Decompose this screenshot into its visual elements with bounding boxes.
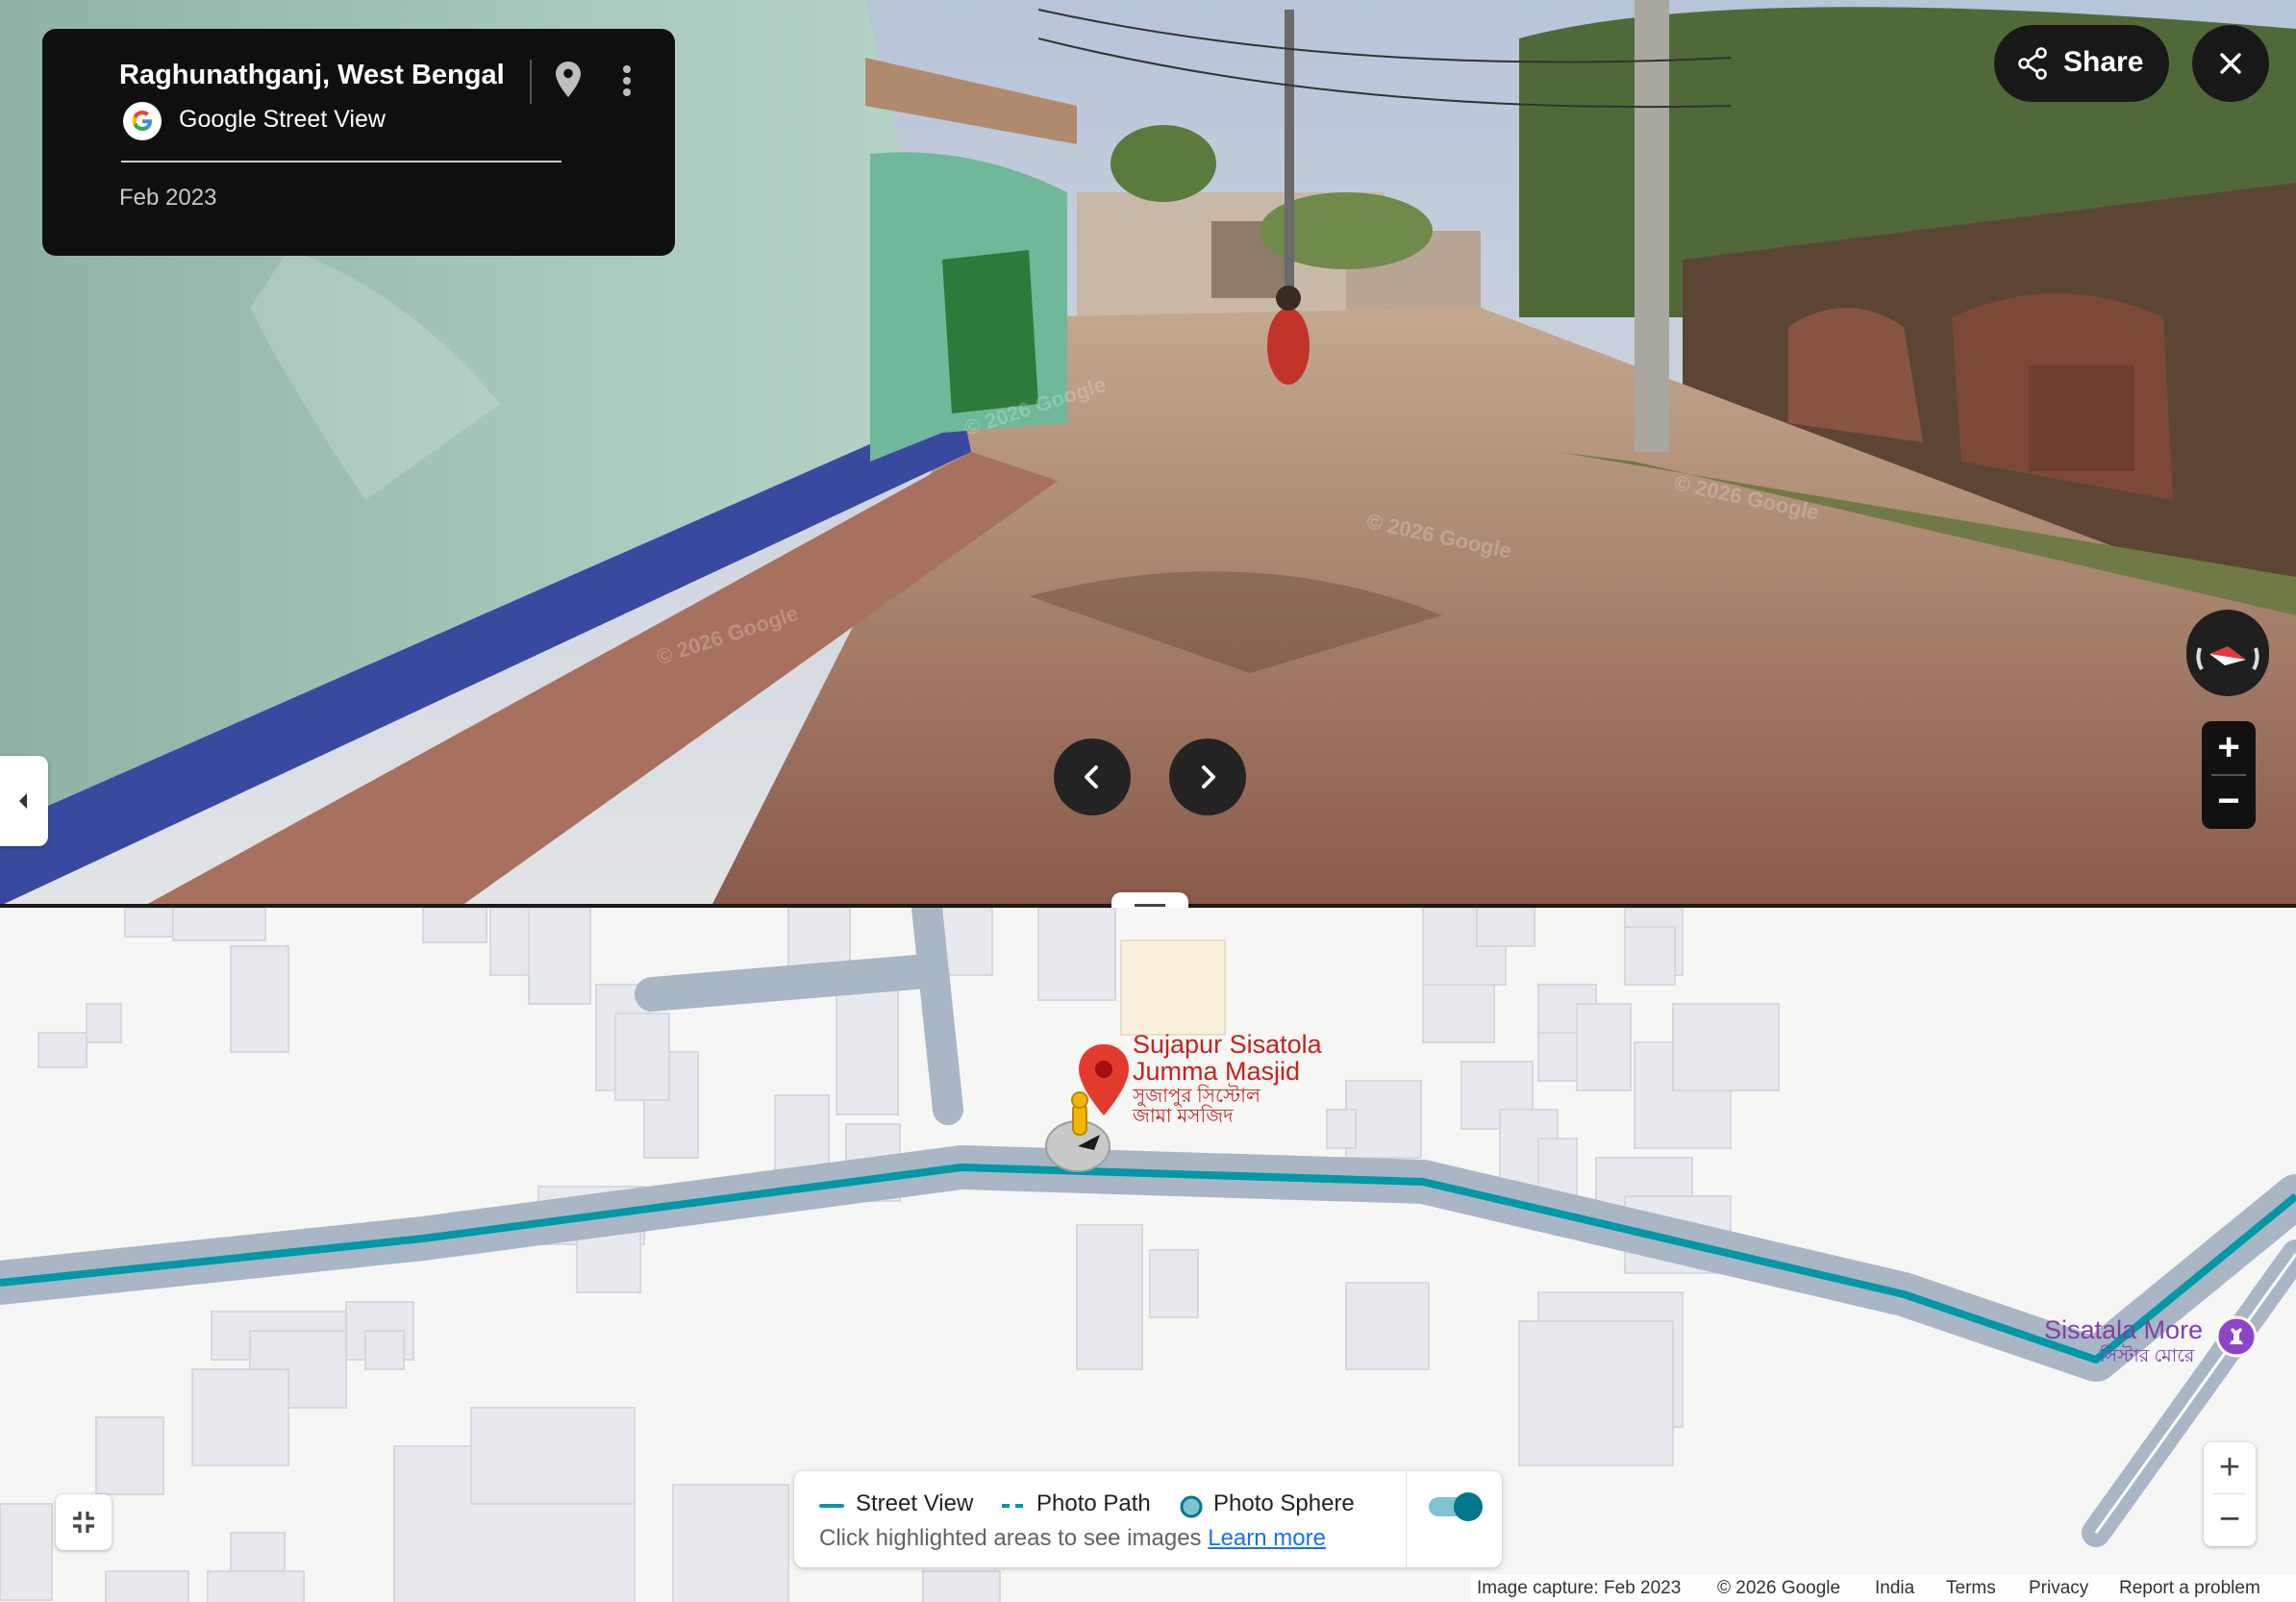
image-capture-date: Image capture: Feb 2023 bbox=[1477, 1578, 1682, 1598]
legend-photo-sphere: Photo Sphere bbox=[1213, 1490, 1355, 1516]
capture-date: Feb 2023 bbox=[119, 185, 217, 211]
photo-path-line-icon bbox=[1002, 1504, 1023, 1508]
location-info-card: Raghunathganj, West Bengal Google Street… bbox=[42, 29, 675, 256]
poi-name-line1[interactable]: Sujapur Sisatola bbox=[1133, 1031, 1322, 1058]
photo-sphere-icon bbox=[1180, 1495, 1203, 1518]
close-icon bbox=[2220, 53, 2241, 74]
share-icon bbox=[2018, 47, 2047, 80]
source-label: Google Street View bbox=[179, 106, 386, 133]
close-button[interactable] bbox=[2192, 25, 2269, 102]
exit-fullscreen-icon bbox=[73, 1512, 94, 1533]
previous-image-button[interactable] bbox=[1054, 738, 1131, 815]
learn-more-link[interactable]: Learn more bbox=[1208, 1525, 1326, 1551]
pegman-icon[interactable] bbox=[1044, 1089, 1111, 1175]
handle-line bbox=[1135, 904, 1165, 907]
location-title: Raghunathganj, West Bengal bbox=[119, 60, 505, 90]
more-vertical-icon bbox=[623, 65, 631, 96]
divider bbox=[530, 60, 532, 104]
legend-photo-path: Photo Path bbox=[1036, 1490, 1151, 1516]
poi-name-line2[interactable]: Jumma Masjid bbox=[1133, 1058, 1300, 1085]
map-zoom-out-button[interactable]: − bbox=[2204, 1494, 2256, 1546]
street-view-legend: Street View Photo Path Photo Sphere Clic… bbox=[794, 1471, 1502, 1567]
compass-icon bbox=[2196, 646, 2259, 671]
country-link[interactable]: India bbox=[1875, 1578, 1914, 1599]
google-logo-icon bbox=[123, 102, 162, 140]
legend-hint-text: Click highlighted areas to see images bbox=[819, 1525, 1202, 1551]
pano-zoom-out-button[interactable]: − bbox=[2202, 775, 2256, 829]
more-options-button[interactable] bbox=[603, 54, 651, 108]
toggle-knob bbox=[1454, 1492, 1483, 1521]
copyright-text: © 2026 Google bbox=[1717, 1578, 1841, 1598]
share-label: Share bbox=[2063, 46, 2144, 78]
place-local-name: সিস্টার মোরে bbox=[2100, 1346, 2195, 1366]
location-pin-icon bbox=[556, 62, 581, 97]
chevron-right-icon bbox=[1202, 765, 1215, 788]
street-view-layer-toggle[interactable] bbox=[1429, 1490, 1483, 1521]
chevron-left-icon bbox=[1085, 765, 1098, 788]
terms-link[interactable]: Terms bbox=[1946, 1578, 1996, 1599]
landmark-icon[interactable] bbox=[2215, 1315, 2258, 1358]
map-zoom-in-button[interactable]: + bbox=[2204, 1442, 2256, 1494]
street-view-line-icon bbox=[819, 1504, 844, 1508]
exit-fullscreen-button[interactable] bbox=[56, 1494, 112, 1550]
street-view-panorama[interactable]: © 2026 Google © 2026 Google © 2026 Googl… bbox=[0, 0, 2296, 906]
location-pin-button[interactable] bbox=[544, 54, 592, 108]
map-zoom-control: + − bbox=[2204, 1442, 2256, 1546]
poi-local-name-line2: জামা মসজিদ bbox=[1133, 1106, 1234, 1127]
poi-local-name-line1: সুজাপুর সিস্টোল bbox=[1133, 1086, 1260, 1107]
map-footer: Image capture: Feb 2023 © 2026 Google In… bbox=[1471, 1574, 2296, 1602]
next-image-button[interactable] bbox=[1169, 738, 1246, 815]
legend-hint: Click highlighted areas to see images Le… bbox=[819, 1525, 1326, 1552]
pano-zoom-in-button[interactable]: + bbox=[2202, 721, 2256, 775]
pano-zoom-control: + − bbox=[2202, 721, 2256, 829]
compass-button[interactable] bbox=[2186, 610, 2269, 696]
privacy-link[interactable]: Privacy bbox=[2029, 1578, 2088, 1599]
caret-left-icon bbox=[19, 793, 27, 809]
report-problem-link[interactable]: Report a problem bbox=[2119, 1578, 2260, 1599]
legend-street-view: Street View bbox=[856, 1490, 974, 1516]
collapse-side-panel-button[interactable] bbox=[0, 756, 48, 846]
share-button[interactable]: Share bbox=[1994, 25, 2169, 102]
divider bbox=[121, 161, 562, 163]
place-name[interactable]: Sisatala More bbox=[2044, 1315, 2203, 1345]
divider bbox=[1406, 1471, 1407, 1567]
